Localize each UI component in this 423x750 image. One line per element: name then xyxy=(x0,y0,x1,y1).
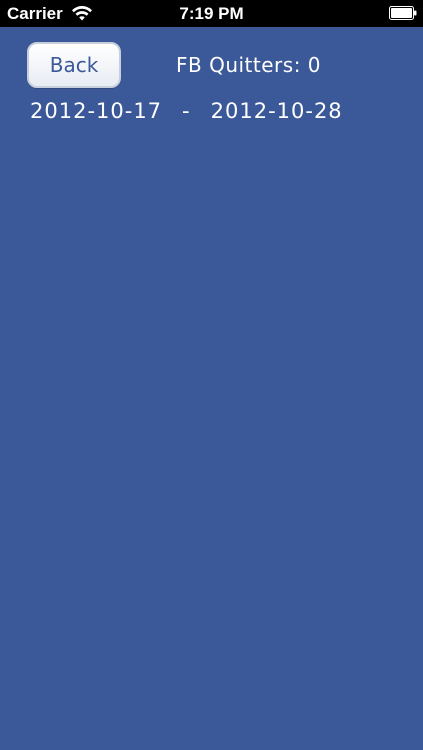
status-bar: Carrier 7:19 PM xyxy=(0,0,423,27)
date-end: 2012-10-28 xyxy=(210,99,343,123)
date-separator: - xyxy=(182,99,191,123)
battery-icon xyxy=(389,6,417,20)
status-time: 7:19 PM xyxy=(179,4,244,23)
back-button[interactable]: Back xyxy=(27,42,121,88)
quitters-count: 0 xyxy=(307,53,322,77)
date-start: 2012-10-17 xyxy=(30,99,163,123)
main-view: Back FB Quitters: 0 2012-10-17-2012-10-2… xyxy=(0,27,423,750)
quitters-title: FB Quitters: 0 xyxy=(176,53,321,77)
quitters-label: FB Quitters: xyxy=(176,53,301,77)
date-range: 2012-10-17-2012-10-28 xyxy=(30,99,343,123)
